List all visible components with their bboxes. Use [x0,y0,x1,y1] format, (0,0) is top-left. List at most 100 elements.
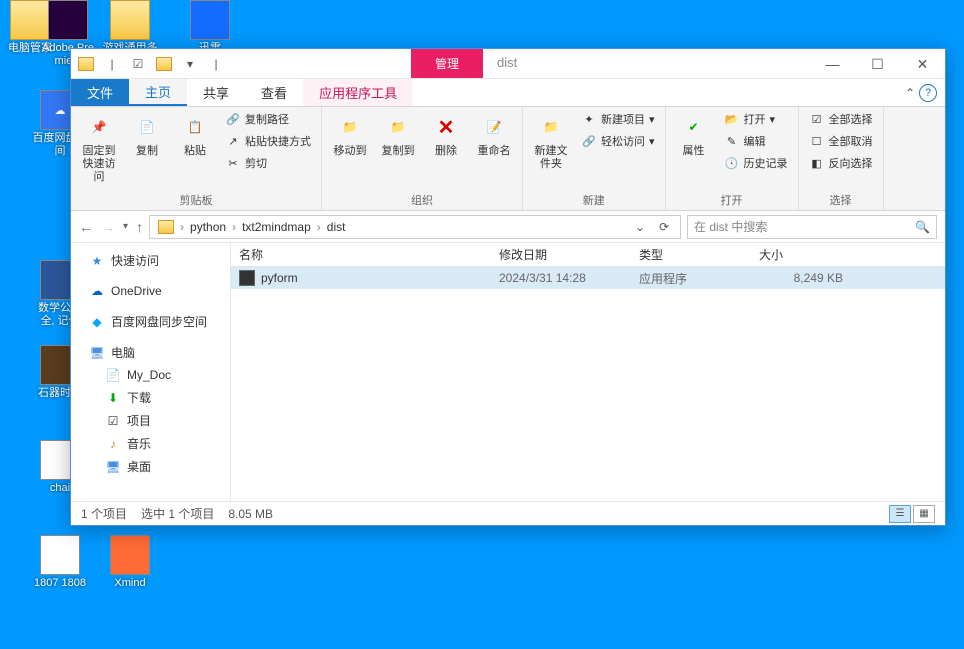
open-icon: 📂 [724,111,740,127]
content-pane: 名称 修改日期 类型 大小 pyform 2024/3/31 14:28 应用程… [231,243,945,501]
history-icon: 🕓 [724,155,740,171]
file-size: 8,249 KB [751,271,851,285]
edit-icon: ✎ [724,133,740,149]
projects-icon: ☑ [105,413,121,429]
qat-separator: | [205,53,227,75]
folder-icon[interactable] [75,53,97,75]
status-item-count: 1 个项目 [81,505,127,522]
new-folder-button[interactable]: 📁新建文件夹 [529,109,573,173]
nav-desktop[interactable]: 🖥桌面 [71,455,230,478]
group-select-label: 选择 [805,190,877,210]
nav-music[interactable]: ♪音乐 [71,432,230,455]
tab-file[interactable]: 文件 [71,79,129,106]
search-icon[interactable]: 🔍 [915,220,930,234]
qat-folder[interactable] [153,53,175,75]
refresh-button[interactable]: ⟳ [652,220,676,234]
properties-button[interactable]: ✔属性 [672,109,716,160]
desktop-icon[interactable]: Xmind [100,535,160,590]
nav-mydoc[interactable]: 📄My_Doc [71,364,230,386]
copy-button[interactable]: 📄复制 [125,109,169,160]
pin-button[interactable]: 📌固定到快速访问 [77,109,121,186]
desktop-icon: 🖥 [105,459,121,475]
copy-to-button[interactable]: 📁复制到 [376,109,420,160]
contextual-tab-header: 管理 [411,49,483,78]
qat-checkbox[interactable]: ☑ [127,53,149,75]
paste-button[interactable]: 📋粘贴 [173,109,217,160]
ribbon-tabs: 文件 主页 共享 查看 应用程序工具 ⌃ ? [71,79,945,107]
copy-icon: 📄 [131,111,163,143]
search-input[interactable]: 在 dist 中搜索 🔍 [687,215,937,239]
help-icon[interactable]: ? [919,84,937,102]
nav-onedrive[interactable]: ☁OneDrive [71,280,230,302]
breadcrumb-segment[interactable]: dist [323,220,350,234]
ribbon-collapse-icon[interactable]: ⌃ [905,86,915,100]
minimize-button[interactable]: — [810,49,855,79]
up-button[interactable]: ↑ [136,219,143,235]
doc-icon: 📄 [105,367,121,383]
close-button[interactable]: ✕ [900,49,945,79]
nav-projects[interactable]: ☑项目 [71,409,230,432]
tab-share[interactable]: 共享 [187,79,245,106]
column-headers: 名称 修改日期 类型 大小 [231,243,945,267]
nav-downloads[interactable]: ⬇下载 [71,386,230,409]
file-name: pyform [261,271,298,285]
invert-selection-button[interactable]: ◧反向选择 [805,153,877,173]
history-button[interactable]: 🕓历史记录 [720,153,792,173]
forward-button[interactable]: → [101,219,115,235]
copyto-icon: 📁 [382,111,414,143]
chevron-right-icon[interactable]: › [315,220,323,234]
cut-button[interactable]: ✂剪切 [221,153,315,173]
tab-home[interactable]: 主页 [129,79,187,106]
recent-dropdown-icon[interactable]: ▾ [123,221,128,232]
column-size[interactable]: 大小 [751,246,851,263]
cloud-icon: ◆ [89,314,105,330]
desktop-icon[interactable]: 1807 1808 [30,535,90,590]
select-none-button[interactable]: ☐全部取消 [805,131,877,151]
breadcrumb-segment[interactable]: python [186,220,230,234]
file-list: pyform 2024/3/31 14:28 应用程序 8,249 KB [231,267,945,501]
breadcrumb[interactable]: › python › txt2mindmap › dist ⌄ ⟳ [149,215,681,239]
titlebar: | ☑ ▾ | 管理 dist — ☐ ✕ [71,49,945,79]
address-dropdown-icon[interactable]: ⌄ [628,220,652,234]
paste-shortcut-button[interactable]: ↗粘贴快捷方式 [221,131,315,151]
column-type[interactable]: 类型 [631,246,751,263]
tab-apptools[interactable]: 应用程序工具 [303,79,413,106]
group-new-label: 新建 [529,190,659,210]
back-button[interactable]: ← [79,219,93,235]
qat-dropdown-icon[interactable]: ▾ [179,53,201,75]
search-placeholder: 在 dist 中搜索 [694,218,767,235]
tab-view[interactable]: 查看 [245,79,303,106]
easy-access-button[interactable]: 🔗轻松访问 ▾ [577,131,659,151]
cloud-icon: ☁ [89,283,105,299]
qat-separator: | [101,53,123,75]
status-selection: 选中 1 个项目 [141,505,214,522]
path-icon: 🔗 [225,111,241,127]
rename-button[interactable]: 📝重命名 [472,109,516,160]
edit-button[interactable]: ✎编辑 [720,131,792,151]
nav-baidupan[interactable]: ◆百度网盘同步空间 [71,310,230,333]
select-all-button[interactable]: ☑全部选择 [805,109,877,129]
move-to-button[interactable]: 📁移动到 [328,109,372,160]
file-row[interactable]: pyform 2024/3/31 14:28 应用程序 8,249 KB [231,267,945,289]
column-name[interactable]: 名称 [231,246,491,263]
desktop-icon[interactable]: 迅雷 [180,0,240,55]
music-icon: ♪ [105,436,121,452]
new-item-button[interactable]: ✦新建项目 ▾ [577,109,659,129]
view-icons-button[interactable]: ▦ [913,505,935,523]
rename-icon: 📝 [478,111,510,143]
view-details-button[interactable]: ☰ [889,505,911,523]
maximize-button[interactable]: ☐ [855,49,900,79]
status-bar: 1 个项目 选中 1 个项目 8.05 MB ☰ ▦ [71,501,945,525]
chevron-right-icon[interactable]: › [230,220,238,234]
copy-path-button[interactable]: 🔗复制路径 [221,109,315,129]
file-date: 2024/3/31 14:28 [491,271,631,285]
breadcrumb-segment[interactable]: txt2mindmap [238,220,315,234]
open-button[interactable]: 📂打开 ▾ [720,109,792,129]
nav-quick-access[interactable]: ★快速访问 [71,249,230,272]
chevron-right-icon[interactable]: › [178,220,186,234]
column-date[interactable]: 修改日期 [491,246,631,263]
invert-icon: ◧ [809,155,825,171]
nav-this-pc[interactable]: 🖥电脑 [71,341,230,364]
delete-button[interactable]: ✕删除 [424,109,468,160]
selectnone-icon: ☐ [809,133,825,149]
